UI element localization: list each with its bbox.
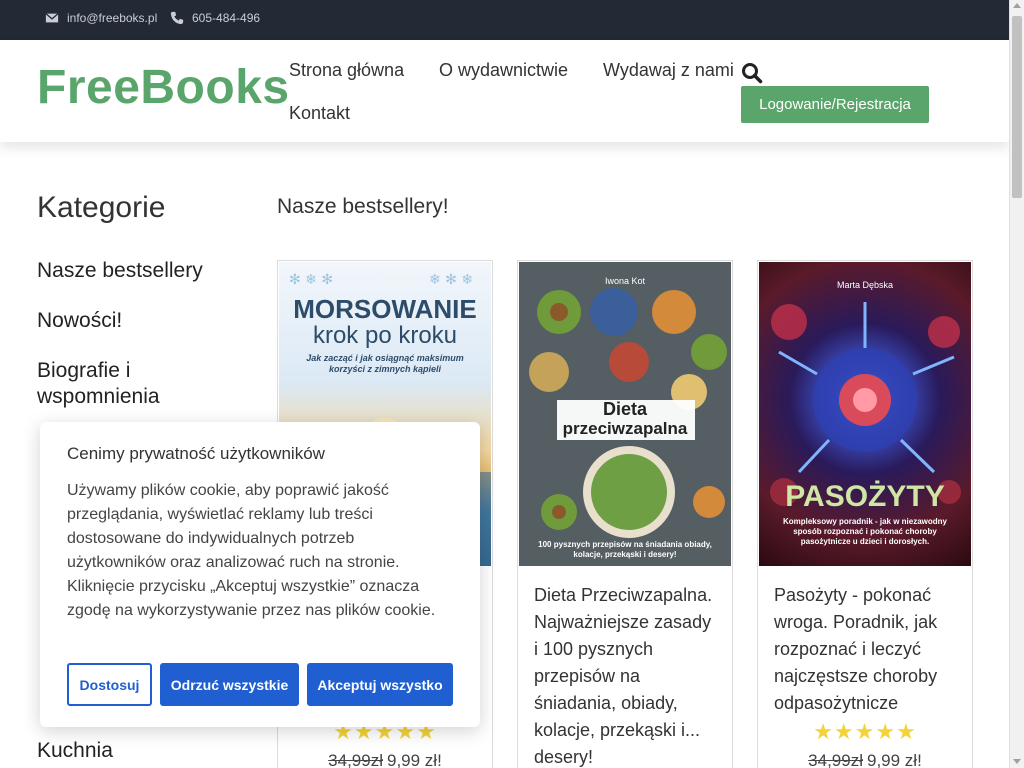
book-title[interactable]: Dieta Przeciwzapalna. Najważniejsze zasa… (534, 582, 720, 768)
cookie-consent-dialog: Cenimy prywatność użytkowników Używamy p… (40, 422, 480, 727)
book-title[interactable]: Pasożyty - pokonać wroga. Poradnik, jak … (774, 582, 960, 717)
scroll-up-icon[interactable] (1013, 3, 1021, 8)
old-price: 34,99zł (328, 751, 383, 768)
site-header: FreeBooks Strona główna O wydawnictwie W… (0, 40, 1009, 142)
login-register-button[interactable]: Logowanie/Rejestracja (741, 86, 929, 123)
old-price: 34,99zł (808, 751, 863, 768)
reject-all-button[interactable]: Odrzuć wszystkie (160, 663, 299, 706)
scrollbar-thumb[interactable] (1012, 16, 1022, 198)
svg-text:❄ ✻ ❄: ❄ ✻ ❄ (429, 272, 473, 288)
book-card[interactable]: Iwona Kot Dieta przeciwzapalna 100 pyszn… (517, 260, 733, 768)
email-contact[interactable]: info@freeboks.pl (45, 11, 157, 25)
book-cover-image[interactable]: Marta Dębska PASOŻYTY Kompleksowy poradn… (759, 262, 971, 566)
book-card[interactable]: Marta Dębska PASOŻYTY Kompleksowy poradn… (757, 260, 973, 768)
nav-home[interactable]: Strona główna (289, 60, 404, 81)
phone-contact[interactable]: 605-484-496 (170, 11, 260, 25)
category-bestsellers[interactable]: Nasze bestsellery (37, 258, 237, 284)
cover-title: PASOŻYTY (785, 480, 945, 513)
cover-title-line2: krok po kroku (312, 322, 458, 349)
cookie-text: Używamy plików cookie, aby poprawić jako… (67, 482, 436, 619)
cover-author: Iwona Kot (604, 276, 646, 286)
sale-price: 9,99 zł! (387, 751, 442, 768)
email-text[interactable]: info@freeboks.pl (67, 11, 157, 25)
cover-title-line2: przeciwzapalna (562, 419, 688, 438)
envelope-icon (45, 13, 59, 23)
customize-cookies-button[interactable]: Dostosuj (67, 663, 152, 706)
svg-text:✻ ❄ ✻: ✻ ❄ ✻ (289, 272, 333, 288)
site-logo[interactable]: FreeBooks (37, 60, 290, 115)
cover-subtitle: Kompleksowy poradnik - jak w niezawodny … (782, 517, 948, 546)
category-cooking[interactable]: Kuchnia (37, 738, 237, 764)
search-icon[interactable] (741, 62, 763, 84)
phone-text[interactable]: 605-484-496 (192, 11, 260, 25)
sale-price: 9,99 zł! (867, 751, 922, 768)
accept-all-button[interactable]: Akceptuj wszystko (307, 663, 453, 706)
cover-author: Marta Dębska (836, 280, 894, 290)
price: 34,99zł 9,99 zł! (758, 751, 972, 768)
nav-publish[interactable]: Wydawaj z nami (603, 60, 734, 81)
cover-subtitle: 100 pysznych przepisów na śniadania obia… (538, 540, 712, 559)
rating-stars: ★★★★★ (813, 719, 917, 744)
book-cover-image[interactable]: Iwona Kot Dieta przeciwzapalna 100 pyszn… (519, 262, 731, 566)
top-contact-bar: info@freeboks.pl 605-484-496 (0, 0, 1009, 40)
nav-about[interactable]: O wydawnictwie (439, 60, 568, 81)
category-biographies[interactable]: Biografie i wspomnienia (37, 358, 237, 410)
cover-title-line1: MORSOWANIE (293, 294, 477, 324)
page-scrollbar[interactable] (1009, 0, 1024, 768)
category-new[interactable]: Nowości! (37, 308, 237, 334)
cover-title-line1: Dieta (602, 399, 647, 419)
categories-heading: Kategorie (37, 191, 166, 224)
scroll-down-icon[interactable] (1013, 759, 1021, 764)
cookie-title: Cenimy prywatność użytkowników (67, 444, 325, 463)
price: 34,99zł 9,99 zł! (278, 751, 492, 768)
cover-subtitle: Jak zacząć i jak osiągnąć maksimum korzy… (306, 353, 464, 374)
phone-icon (170, 11, 184, 25)
section-title: Nasze bestsellery! (277, 195, 449, 218)
nav-contact[interactable]: Kontakt (289, 103, 350, 124)
